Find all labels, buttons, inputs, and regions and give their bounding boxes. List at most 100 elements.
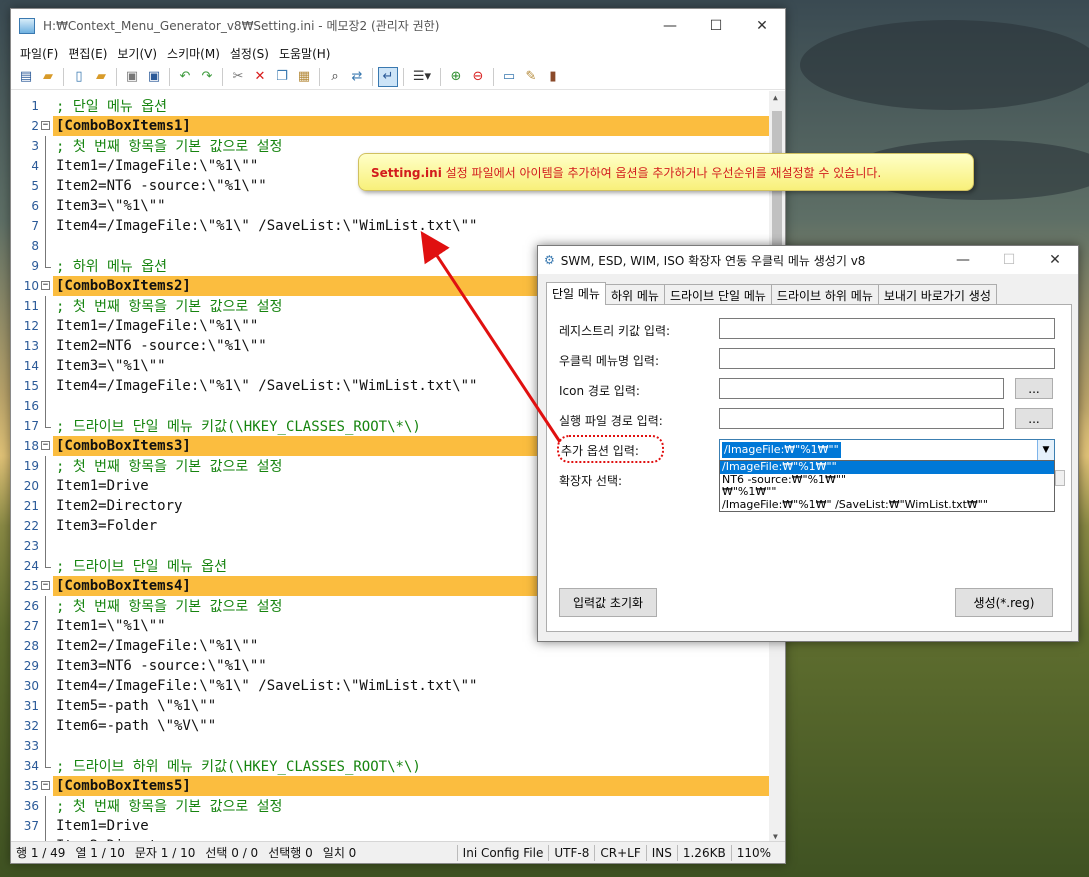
line-number: 12: [23, 319, 39, 333]
save-as-icon[interactable]: ▣: [144, 67, 164, 87]
open-file-icon[interactable]: ▰: [91, 67, 111, 87]
generate-reg-button[interactable]: 생성(*.reg): [955, 588, 1053, 617]
code-text: Item1=\"%1\"": [56, 618, 166, 634]
toolbar-separator: [372, 67, 373, 86]
settings-icon[interactable]: ✎: [521, 67, 541, 87]
dropdown-option[interactable]: /ImageFile:₩"%1₩"": [720, 460, 1054, 474]
toolbar-icon-menu[interactable]: ▤: [16, 67, 36, 87]
menu-name-label: 우클릭 메뉴명 입력:: [559, 354, 659, 368]
line-number: 21: [23, 499, 39, 513]
save-icon[interactable]: ▣: [122, 67, 142, 87]
fold-marker[interactable]: −: [39, 576, 53, 596]
status-eol[interactable]: CR+LF: [595, 846, 645, 860]
menu-file[interactable]: 파일(F): [15, 45, 63, 62]
fold-marker[interactable]: −: [39, 276, 53, 296]
comment-text: ; 첫 번째 항목을 기본 값으로 설정: [56, 799, 283, 815]
editor-line[interactable]: 7 Item4=/ImageFile:\"%1\" /SaveList:\"Wim…: [11, 216, 769, 236]
editor-line[interactable]: 37 Item1=Drive: [11, 816, 769, 836]
icon-path-input[interactable]: [719, 378, 1004, 399]
fold-marker[interactable]: −: [39, 776, 53, 796]
scheme-icon[interactable]: ▭: [499, 67, 519, 87]
editor-line[interactable]: 32 Item6=-path \"%V\"": [11, 716, 769, 736]
tab-single-menu[interactable]: 단일 메뉴: [546, 282, 606, 305]
editor-line[interactable]: 30 Item4=/ImageFile:\"%1\" /SaveList:\"Wi…: [11, 676, 769, 696]
list-dropdown-icon[interactable]: ☰▾: [409, 67, 435, 87]
callout-text: 설정 파일에서 아이템을 추가하여 옵션을 추가하거나 우선순위를 재설정할 수…: [441, 165, 882, 180]
status-encoding[interactable]: UTF-8: [549, 846, 594, 860]
extension-checkbox-partial[interactable]: [1055, 470, 1065, 486]
replace-icon[interactable]: ⇄: [347, 67, 367, 87]
editor-line[interactable]: 31 Item5=-path \"%1\"": [11, 696, 769, 716]
editor-line-section[interactable]: 2− [ComboBoxItems1]: [11, 116, 769, 136]
code-text: Item3=\"%1\"": [56, 358, 166, 374]
menu-settings[interactable]: 설정(S): [225, 45, 274, 62]
option-combobox[interactable]: /ImageFile:₩"%1₩"" ▼: [719, 439, 1055, 461]
editor-line[interactable]: 29 Item3=NT6 -source:\"%1\"": [11, 656, 769, 676]
scroll-down-icon[interactable]: ▼: [773, 832, 778, 841]
exit-icon[interactable]: ▮: [543, 67, 563, 87]
minimize-icon[interactable]: —: [940, 246, 986, 274]
menu-scheme[interactable]: 스키마(M): [162, 45, 225, 62]
tab-sub-menu[interactable]: 하위 메뉴: [604, 284, 665, 305]
toolbar-separator: [493, 67, 494, 86]
status-ins[interactable]: INS: [647, 846, 677, 860]
delete-icon[interactable]: ✕: [250, 67, 270, 87]
registry-key-input[interactable]: [719, 318, 1055, 339]
option-dropdown-list[interactable]: /ImageFile:₩"%1₩"" NT6 -source:₩"%1₩"" ₩…: [719, 460, 1055, 512]
scroll-up-icon[interactable]: ▲: [773, 93, 778, 102]
exe-browse-button[interactable]: ...: [1015, 408, 1053, 429]
fold-marker[interactable]: −: [39, 116, 53, 136]
icon-browse-button[interactable]: ...: [1015, 378, 1053, 399]
editor-line[interactable]: 36 ; 첫 번째 항목을 기본 값으로 설정: [11, 796, 769, 816]
close-icon[interactable]: ✕: [1032, 246, 1078, 274]
undo-icon[interactable]: ↶: [175, 67, 195, 87]
fold-marker[interactable]: −: [39, 436, 53, 456]
editor-line-section[interactable]: 35− [ComboBoxItems5]: [11, 776, 769, 796]
editor-line[interactable]: 6 Item3=\"%1\"": [11, 196, 769, 216]
zoom-out-icon[interactable]: ⊖: [468, 67, 488, 87]
new-file-icon[interactable]: ▯: [69, 67, 89, 87]
minimize-icon[interactable]: —: [647, 9, 693, 42]
fold-marker: [39, 796, 53, 816]
paste-icon[interactable]: ▦: [294, 67, 314, 87]
reset-button[interactable]: 입력값 초기화: [559, 588, 657, 617]
cut-icon[interactable]: ✂: [228, 67, 248, 87]
menu-view[interactable]: 보기(V): [112, 45, 162, 62]
maximize-icon[interactable]: ☐: [693, 9, 739, 42]
status-file-type[interactable]: Ini Config File: [458, 846, 549, 860]
tab-drive-sub-menu[interactable]: 드라이브 하위 메뉴: [770, 284, 879, 305]
dropdown-option[interactable]: /ImageFile:₩"%1₩" /SaveList:₩"WimList.tx…: [720, 498, 1054, 512]
dialog-titlebar[interactable]: ⚙ SWM, ESD, WIM, ISO 확장자 연동 우클릭 메뉴 생성기 v…: [538, 246, 1078, 274]
line-number: 30: [23, 679, 39, 693]
status-zoom[interactable]: 110%: [732, 846, 785, 860]
close-icon[interactable]: ✕: [739, 9, 785, 42]
comment-text: ; 단일 메뉴 옵션: [56, 99, 167, 115]
notepad-titlebar[interactable]: H:₩Context_Menu_Generator_v8₩Setting.ini…: [11, 9, 785, 42]
redo-icon[interactable]: ↷: [197, 67, 217, 87]
line-number: 32: [23, 719, 39, 733]
editor-line[interactable]: 1 ; 단일 메뉴 옵션: [11, 96, 769, 116]
tab-drive-single-menu[interactable]: 드라이브 단일 메뉴: [663, 284, 772, 305]
editor-line[interactable]: 33: [11, 736, 769, 756]
status-row: 행 1 / 49: [16, 846, 66, 860]
toolbar-icon-open-folder[interactable]: ▰: [38, 67, 58, 87]
fold-marker: [39, 356, 53, 376]
menu-edit[interactable]: 편집(E): [63, 45, 112, 62]
chevron-down-icon[interactable]: ▼: [1037, 440, 1054, 460]
comment-text: ; 첫 번째 항목을 기본 값으로 설정: [56, 299, 283, 315]
copy-icon[interactable]: ❐: [272, 67, 292, 87]
callout-filename: Setting.ini: [371, 165, 442, 180]
zoom-in-icon[interactable]: ⊕: [446, 67, 466, 87]
menu-name-input[interactable]: [719, 348, 1055, 369]
editor-line[interactable]: 34 ; 드라이브 하위 메뉴 키값(\HKEY_CLASSES_ROOT\*\): [11, 756, 769, 776]
generator-dialog[interactable]: ⚙ SWM, ESD, WIM, ISO 확장자 연동 우클릭 메뉴 생성기 v…: [537, 245, 1079, 642]
menu-help[interactable]: 도움말(H): [274, 45, 336, 62]
exe-path-input[interactable]: [719, 408, 1004, 429]
find-icon[interactable]: ⌕: [325, 67, 345, 87]
status-chars: 문자 1 / 10: [134, 846, 196, 860]
dropdown-option[interactable]: ₩"%1₩"": [720, 485, 1054, 499]
line-number: 34: [23, 759, 39, 773]
word-wrap-icon[interactable]: ↵: [378, 66, 398, 87]
toolbar-separator: [403, 67, 404, 86]
tab-sendto-shortcut[interactable]: 보내기 바로가기 생성: [877, 284, 997, 305]
